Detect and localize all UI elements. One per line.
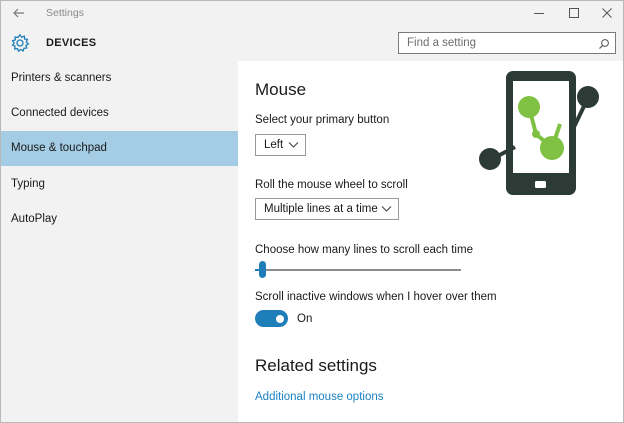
toggle-knob [276, 314, 284, 323]
related-settings-title: Related settings [255, 356, 377, 375]
gear-icon [10, 33, 30, 53]
app-title: Settings [46, 7, 84, 19]
page-title: Mouse [255, 80, 307, 99]
inactive-scroll-toggle[interactable] [255, 310, 288, 327]
sidebar-item-autoplay[interactable]: AutoPlay [1, 202, 238, 237]
toggle-state: On [297, 313, 313, 325]
page-header: DEVICES Find a setting [1, 26, 623, 61]
scroll-wheel-dropdown[interactable]: Multiple lines at a time [255, 198, 399, 220]
chevron-down-icon [288, 142, 299, 148]
primary-button-value: Left [264, 139, 284, 151]
minimize-icon[interactable] [526, 3, 552, 23]
settings-window: Settings DEVICES Find a setting Printers… [0, 0, 624, 423]
lines-slider-thumb[interactable] [258, 261, 266, 278]
section-title: DEVICES [46, 37, 97, 49]
chevron-down-icon [381, 206, 392, 212]
scroll-wheel-label: Roll the mouse wheel to scroll [255, 179, 408, 191]
sidebar-item-printers-scanners[interactable]: Printers & scanners [1, 61, 238, 96]
lines-slider-label: Choose how many lines to scroll each tim… [255, 244, 473, 256]
maximize-icon[interactable] [561, 3, 587, 23]
title-bar: Settings [1, 1, 623, 26]
scroll-wheel-value: Multiple lines at a time [264, 203, 378, 215]
lines-slider-track[interactable] [255, 269, 461, 271]
search-icon[interactable] [598, 37, 610, 49]
sidebar-item-label: Printers & scanners [11, 72, 112, 84]
sidebar-item-typing[interactable]: Typing [1, 167, 238, 202]
phone-molecule-logo-icon [478, 69, 604, 197]
sidebar-item-label: Mouse & touchpad [11, 142, 107, 154]
additional-mouse-options-link[interactable]: Additional mouse options [255, 391, 384, 403]
sidebar-item-label: Typing [11, 178, 45, 190]
sidebar-item-connected-devices[interactable]: Connected devices [1, 96, 238, 131]
sidebar-item-label: AutoPlay [11, 213, 58, 225]
primary-button-dropdown[interactable]: Left [255, 134, 306, 156]
inactive-scroll-label: Scroll inactive windows when I hover ove… [255, 291, 497, 303]
search-input[interactable]: Find a setting [398, 32, 616, 54]
arrow-left-icon[interactable] [9, 4, 29, 22]
sidebar: Printers & scanners Connected devices Mo… [1, 61, 238, 422]
sidebar-item-label: Connected devices [11, 107, 109, 119]
search-placeholder: Find a setting [407, 37, 477, 49]
close-icon[interactable] [594, 3, 620, 23]
primary-button-label: Select your primary button [255, 114, 390, 126]
sidebar-item-mouse-touchpad[interactable]: Mouse & touchpad [1, 131, 238, 166]
